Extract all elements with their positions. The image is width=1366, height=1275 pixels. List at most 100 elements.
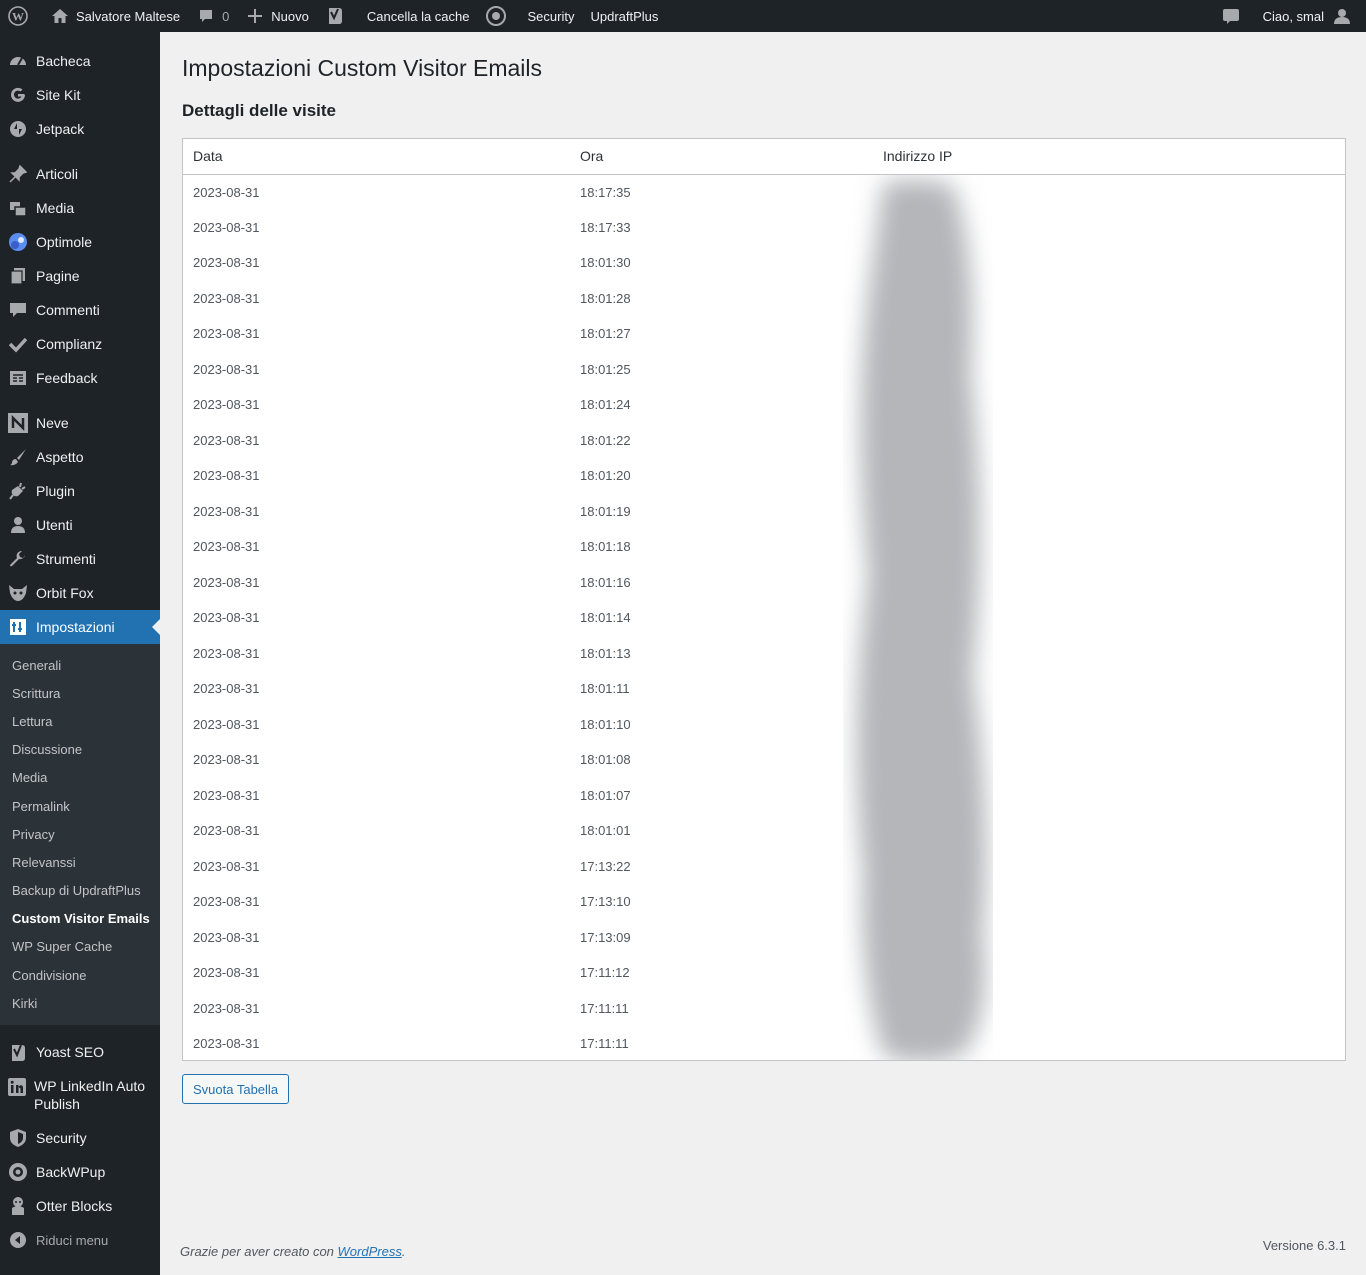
sidebar-item-impostazioni[interactable]: Impostazioni xyxy=(0,610,160,644)
site-name-link[interactable]: Salvatore Maltese xyxy=(42,0,188,32)
sidebar-item-plugin[interactable]: Plugin xyxy=(0,474,160,508)
cell-date: 2023-08-31 xyxy=(193,645,260,661)
submenu-item-wp-super-cache[interactable]: WP Super Cache xyxy=(0,933,160,961)
sidebar-item-label: Media xyxy=(36,200,75,216)
sidebar-item-media[interactable]: Media xyxy=(0,191,160,225)
sidebar-item-aspetto[interactable]: Aspetto xyxy=(0,440,160,474)
submenu-item-kirki[interactable]: Kirki xyxy=(0,989,160,1017)
sidebar-item-security[interactable]: Security xyxy=(0,1121,160,1155)
submenu-item-generali[interactable]: Generali xyxy=(0,651,160,679)
sidebar-item-feedback[interactable]: Feedback xyxy=(0,361,160,395)
sidebar-item-complianz[interactable]: Complianz xyxy=(0,327,160,361)
wordpress-logo-icon: W xyxy=(8,6,28,26)
submenu-item-lettura[interactable]: Lettura xyxy=(0,707,160,735)
linkedin-icon xyxy=(8,1077,26,1097)
cell-date: 2023-08-31 xyxy=(193,965,260,981)
submenu-item-condivisione[interactable]: Condivisione xyxy=(0,961,160,989)
cell-ip-redacted xyxy=(873,1026,1345,1060)
visits-table: Data Ora Indirizzo IP 2023-08-31 18:17:35… xyxy=(183,139,1345,1060)
table-row: 2023-08-31 18:01:11 xyxy=(183,671,1345,707)
cell-date: 2023-08-31 xyxy=(193,503,260,519)
cell-ip-redacted xyxy=(873,991,1345,1027)
optimole-icon xyxy=(8,232,28,252)
cell-date: 2023-08-31 xyxy=(193,716,260,732)
yoast-adminbar-link[interactable] xyxy=(317,0,359,32)
comments-link[interactable]: 0 xyxy=(188,0,237,32)
cell-ip-redacted xyxy=(873,565,1345,601)
updraftplus-link[interactable]: UpdraftPlus xyxy=(582,0,666,32)
cell-time: 18:01:28 xyxy=(580,290,631,306)
clear-cache-link[interactable]: Cancella la cache xyxy=(359,0,478,32)
cell-date: 2023-08-31 xyxy=(193,858,260,874)
sidebar-item-label: Feedback xyxy=(36,370,98,386)
submenu-item-media[interactable]: Media xyxy=(0,764,160,792)
settings-submenu: Generali Scrittura Lettura Discussione Media… xyxy=(0,644,160,1026)
wordpress-logo-button[interactable]: W xyxy=(0,0,42,32)
submenu-item-relevanssi[interactable]: Relevanssi xyxy=(0,848,160,876)
table-row: 2023-08-31 18:01:16 xyxy=(183,565,1345,601)
collapse-menu-button[interactable]: Riduci menu xyxy=(0,1223,160,1257)
cell-date: 2023-08-31 xyxy=(193,326,260,342)
sidebar-item-jetpack[interactable]: Jetpack xyxy=(0,112,160,146)
pin-icon xyxy=(8,164,28,184)
cell-time: 18:01:08 xyxy=(580,752,631,768)
table-row: 2023-08-31 18:01:22 xyxy=(183,423,1345,459)
wordpress-link[interactable]: WordPress xyxy=(338,1244,402,1259)
cell-ip-redacted xyxy=(873,600,1345,636)
updraft-wp-link[interactable] xyxy=(478,0,520,32)
empty-table-button[interactable]: Svuota Tabella xyxy=(182,1074,290,1104)
cell-ip-redacted xyxy=(873,955,1345,991)
sidebar-item-wp-linkedin-auto-publish[interactable]: WP LinkedIn Auto Publish xyxy=(0,1069,160,1121)
sidebar-item-commenti[interactable]: Commenti xyxy=(0,293,160,327)
media-icon xyxy=(8,198,28,218)
new-label: Nuovo xyxy=(271,8,309,24)
greeting: Ciao, smal xyxy=(1262,8,1324,24)
cell-time: 18:01:22 xyxy=(580,432,631,448)
table-row: 2023-08-31 17:11:12 xyxy=(183,955,1345,991)
cell-time: 17:11:12 xyxy=(580,965,630,981)
sidebar-item-articoli[interactable]: Articoli xyxy=(0,157,160,191)
table-row: 2023-08-31 18:01:13 xyxy=(183,636,1345,672)
google-icon xyxy=(8,85,28,105)
table-row: 2023-08-31 18:01:07 xyxy=(183,778,1345,814)
sidebar-item-otter-blocks[interactable]: Otter Blocks xyxy=(0,1189,160,1223)
sidebar-item-optimole[interactable]: Optimole xyxy=(0,225,160,259)
sidebar-item-yoast-seo[interactable]: Yoast SEO xyxy=(0,1035,160,1069)
collapse-label: Riduci menu xyxy=(36,1232,109,1248)
sidebar-item-bacheca[interactable]: Bacheca xyxy=(0,44,160,78)
column-header-ip: Indirizzo IP xyxy=(873,139,1345,175)
comment-icon xyxy=(8,300,28,320)
security-link[interactable]: Security xyxy=(520,0,583,32)
plugin-icon xyxy=(8,481,28,501)
shield-icon xyxy=(8,1128,28,1148)
submenu-item-privacy[interactable]: Privacy xyxy=(0,820,160,848)
sidebar-item-label: Neve xyxy=(36,415,69,431)
submenu-item-custom-visitor-emails[interactable]: Custom Visitor Emails xyxy=(0,905,160,933)
table-row: 2023-08-31 17:11:11 xyxy=(183,1026,1345,1060)
submenu-item-discussione[interactable]: Discussione xyxy=(0,736,160,764)
sidebar-item-utenti[interactable]: Utenti xyxy=(0,508,160,542)
sidebar-item-label: Bacheca xyxy=(36,53,91,69)
sidebar-item-neve[interactable]: Neve xyxy=(0,406,160,440)
my-account-link[interactable]: Ciao, smal xyxy=(1255,0,1366,32)
new-content-link[interactable]: Nuovo xyxy=(237,0,317,32)
table-row: 2023-08-31 18:17:33 xyxy=(183,210,1345,246)
sidebar-item-backwpup[interactable]: BackWPup xyxy=(0,1155,160,1189)
sidebar-item-orbit-fox[interactable]: Orbit Fox xyxy=(0,576,160,610)
notification-link[interactable] xyxy=(1213,0,1255,32)
admin-sidebar: Bacheca Site Kit Jetpack Articoli Media Opti… xyxy=(0,32,160,1275)
page-icon xyxy=(8,266,28,286)
cell-time: 17:11:11 xyxy=(580,1036,629,1052)
table-header-row: Data Ora Indirizzo IP xyxy=(183,139,1345,175)
submenu-item-scrittura[interactable]: Scrittura xyxy=(0,679,160,707)
sidebar-item-strumenti[interactable]: Strumenti xyxy=(0,542,160,576)
cell-time: 18:01:18 xyxy=(580,539,631,555)
table-row: 2023-08-31 18:01:14 xyxy=(183,600,1345,636)
sidebar-item-pagine[interactable]: Pagine xyxy=(0,259,160,293)
svg-text:W: W xyxy=(12,10,24,24)
main-content: Impostazioni Custom Visitor Emails Detta… xyxy=(182,32,1346,1104)
submenu-item-permalink[interactable]: Permalink xyxy=(0,792,160,820)
submenu-item-backup-di-updraftplus[interactable]: Backup di UpdraftPlus xyxy=(0,877,160,905)
cell-ip-redacted xyxy=(873,316,1345,352)
sidebar-item-site-kit[interactable]: Site Kit xyxy=(0,78,160,112)
